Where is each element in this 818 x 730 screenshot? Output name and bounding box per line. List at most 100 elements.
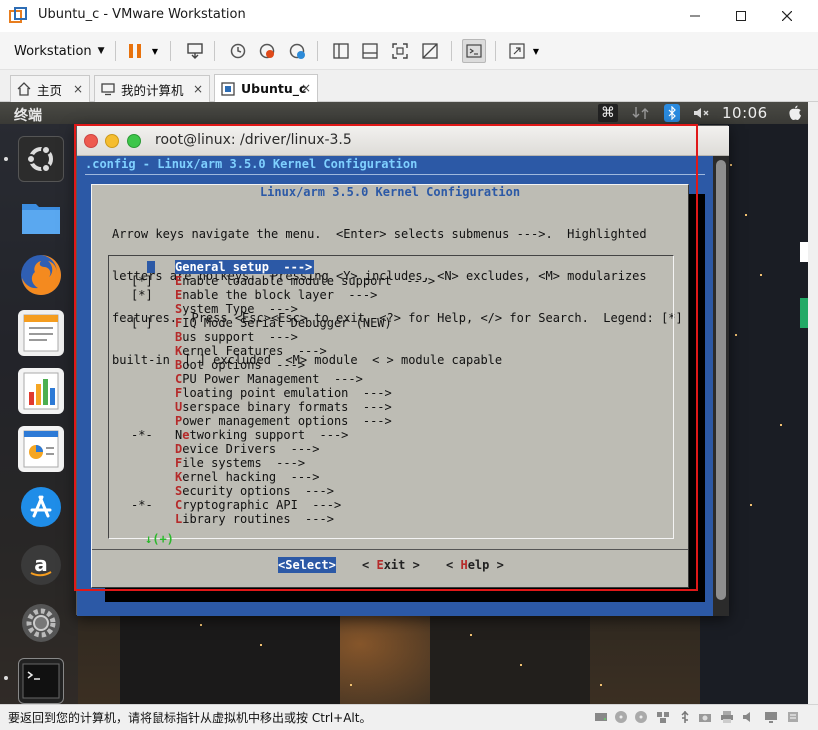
menu-item-text: ryptographic API ---> (182, 498, 342, 512)
pause-dropdown[interactable]: ▼ (149, 41, 161, 61)
tab-my-computer[interactable]: 我的计算机 × (94, 75, 210, 102)
menu-item[interactable]: [ ] FIQ Mode Serial Debugger (NEW) (109, 316, 669, 330)
launcher-files[interactable] (18, 194, 64, 240)
terminal-minimize-button[interactable] (105, 134, 119, 148)
menu-item-state: -*- (131, 498, 153, 512)
button-hotkey: H (460, 558, 468, 572)
menu-item[interactable]: General setup ---> (109, 260, 669, 274)
usb-icon[interactable] (678, 710, 692, 724)
close-icon[interactable]: × (193, 82, 203, 96)
menu-item[interactable]: Library routines ---> (109, 512, 669, 526)
minimize-button[interactable] (672, 0, 718, 32)
menu-item[interactable]: Bus support ---> (109, 330, 669, 344)
bluetooth-icon[interactable] (664, 104, 680, 122)
display-icon[interactable] (764, 710, 778, 724)
menu-item-text: ile systems ---> (182, 456, 306, 470)
launcher-ubuntu-dash[interactable] (18, 136, 64, 182)
printer-icon[interactable] (720, 710, 734, 724)
terminal-scrollbar[interactable] (713, 156, 729, 616)
menu-item[interactable]: Kernel Features ---> (109, 344, 669, 358)
launcher-terminal[interactable] (18, 658, 64, 704)
launcher-app-store[interactable] (18, 484, 64, 530)
exit-button[interactable]: < Exit > (362, 557, 420, 573)
snapshot-button[interactable] (228, 41, 248, 61)
fullscreen-button[interactable] (390, 41, 410, 61)
menu-item[interactable]: [*] Enable the block layer ---> (109, 288, 669, 302)
message-log-icon[interactable] (786, 710, 800, 724)
cd-drive-icon[interactable] (614, 710, 628, 724)
stretch-dropdown[interactable]: ▼ (530, 41, 542, 61)
menu-item[interactable]: [*] Enable loadable module support ---> (109, 274, 669, 288)
vm-display[interactable]: 终端 ⌘ 10:06 a root@linux: /driver/linux-3… (0, 102, 808, 704)
vmware-logo-icon (9, 7, 27, 23)
menu-item-label: Enable loadable module support ---> (175, 274, 435, 288)
menu-item[interactable]: Kernel hacking ---> (109, 470, 669, 484)
revert-snapshot-button[interactable] (257, 41, 277, 61)
terminal-title-bar[interactable]: root@linux: /driver/linux-3.5 (77, 126, 729, 156)
launcher-amazon[interactable]: a (18, 542, 64, 588)
app-store-icon (21, 487, 61, 527)
launcher-libreoffice-calc[interactable] (18, 368, 64, 414)
menu-item[interactable]: Userspace binary formats ---> (109, 400, 669, 414)
maximize-button[interactable] (718, 0, 764, 32)
menu-item[interactable]: Security options ---> (109, 484, 669, 498)
firefox-icon (21, 255, 61, 295)
stretch-button[interactable] (507, 41, 527, 61)
menu-item[interactable]: Power management options ---> (109, 414, 669, 428)
scrollbar-thumb[interactable] (716, 160, 726, 600)
sidebar-toggle-button[interactable] (331, 41, 351, 61)
launcher-firefox[interactable] (18, 252, 64, 298)
thumbnail-bar-icon (362, 43, 378, 59)
menu-item[interactable]: Boot options ---> (109, 358, 669, 372)
menu-item[interactable]: Device Drivers ---> (109, 442, 669, 456)
menu-item-text: oot options ---> (182, 358, 306, 372)
home-icon (17, 82, 31, 96)
terminal-content[interactable]: .config - Linux/arm 3.5.0 Kernel Configu… (77, 156, 713, 616)
snapshot-manager-button[interactable] (287, 41, 307, 61)
launcher-libreoffice-impress[interactable] (18, 426, 64, 472)
menu-item-text: ystem Type ---> (182, 302, 298, 316)
hard-disk-icon[interactable] (594, 710, 608, 724)
pause-button[interactable] (125, 41, 145, 61)
more-items-indicator: ↓(+) (145, 532, 174, 546)
apple-menu-icon[interactable] (786, 104, 804, 122)
send-ctrl-alt-del-button[interactable] (185, 41, 205, 61)
keyboard-command-icon[interactable]: ⌘ (598, 104, 618, 122)
select-button[interactable]: <Select> (278, 557, 336, 573)
menu-item[interactable]: System Type ---> (109, 302, 669, 316)
close-icon[interactable]: × (73, 82, 83, 96)
cd-drive-icon[interactable] (634, 710, 648, 724)
menu-item-label: Userspace binary formats ---> (175, 400, 392, 414)
menu-item[interactable]: CPU Power Management ---> (109, 372, 669, 386)
menu-item-text: loating point emulation ---> (182, 386, 392, 400)
tab-bar: 主页 × 我的计算机 × Ubuntu_c × (0, 70, 818, 102)
workstation-menu[interactable]: Workstation ▼ (14, 40, 105, 62)
console-view-button[interactable] (462, 39, 486, 63)
close-icon[interactable]: × (301, 81, 311, 95)
clock[interactable]: 10:06 (722, 104, 768, 122)
tab-home[interactable]: 主页 × (10, 75, 90, 102)
gear-icon (22, 604, 60, 642)
menu-item[interactable]: Floating point emulation ---> (109, 386, 669, 400)
volume-muted-icon[interactable] (692, 104, 712, 122)
camera-icon[interactable] (698, 710, 712, 724)
thumbnail-toggle-button[interactable] (360, 41, 380, 61)
network-adapter-icon[interactable] (656, 710, 670, 724)
menu-item[interactable]: -*- Cryptographic API ---> (109, 498, 669, 512)
close-button[interactable] (764, 0, 810, 32)
menu-item[interactable]: -*- Networking support ---> (109, 428, 669, 442)
running-indicator (4, 157, 8, 161)
menu-item[interactable]: File systems ---> (109, 456, 669, 470)
network-arrows-icon[interactable] (630, 104, 652, 122)
help-button[interactable]: < Help > (446, 557, 504, 573)
ubuntu-top-panel: 终端 ⌘ 10:06 (0, 102, 808, 124)
tab-ubuntu-c[interactable]: Ubuntu_c × (214, 74, 318, 102)
launcher-libreoffice-writer[interactable] (18, 310, 64, 356)
sound-card-icon[interactable] (742, 710, 756, 724)
terminal-maximize-button[interactable] (127, 134, 141, 148)
terminal-close-button[interactable] (84, 134, 98, 148)
button-label: elp > (467, 558, 504, 572)
launcher-system-settings[interactable] (18, 600, 64, 646)
unity-button[interactable] (420, 41, 440, 61)
terminal-title: root@linux: /driver/linux-3.5 (155, 132, 352, 148)
